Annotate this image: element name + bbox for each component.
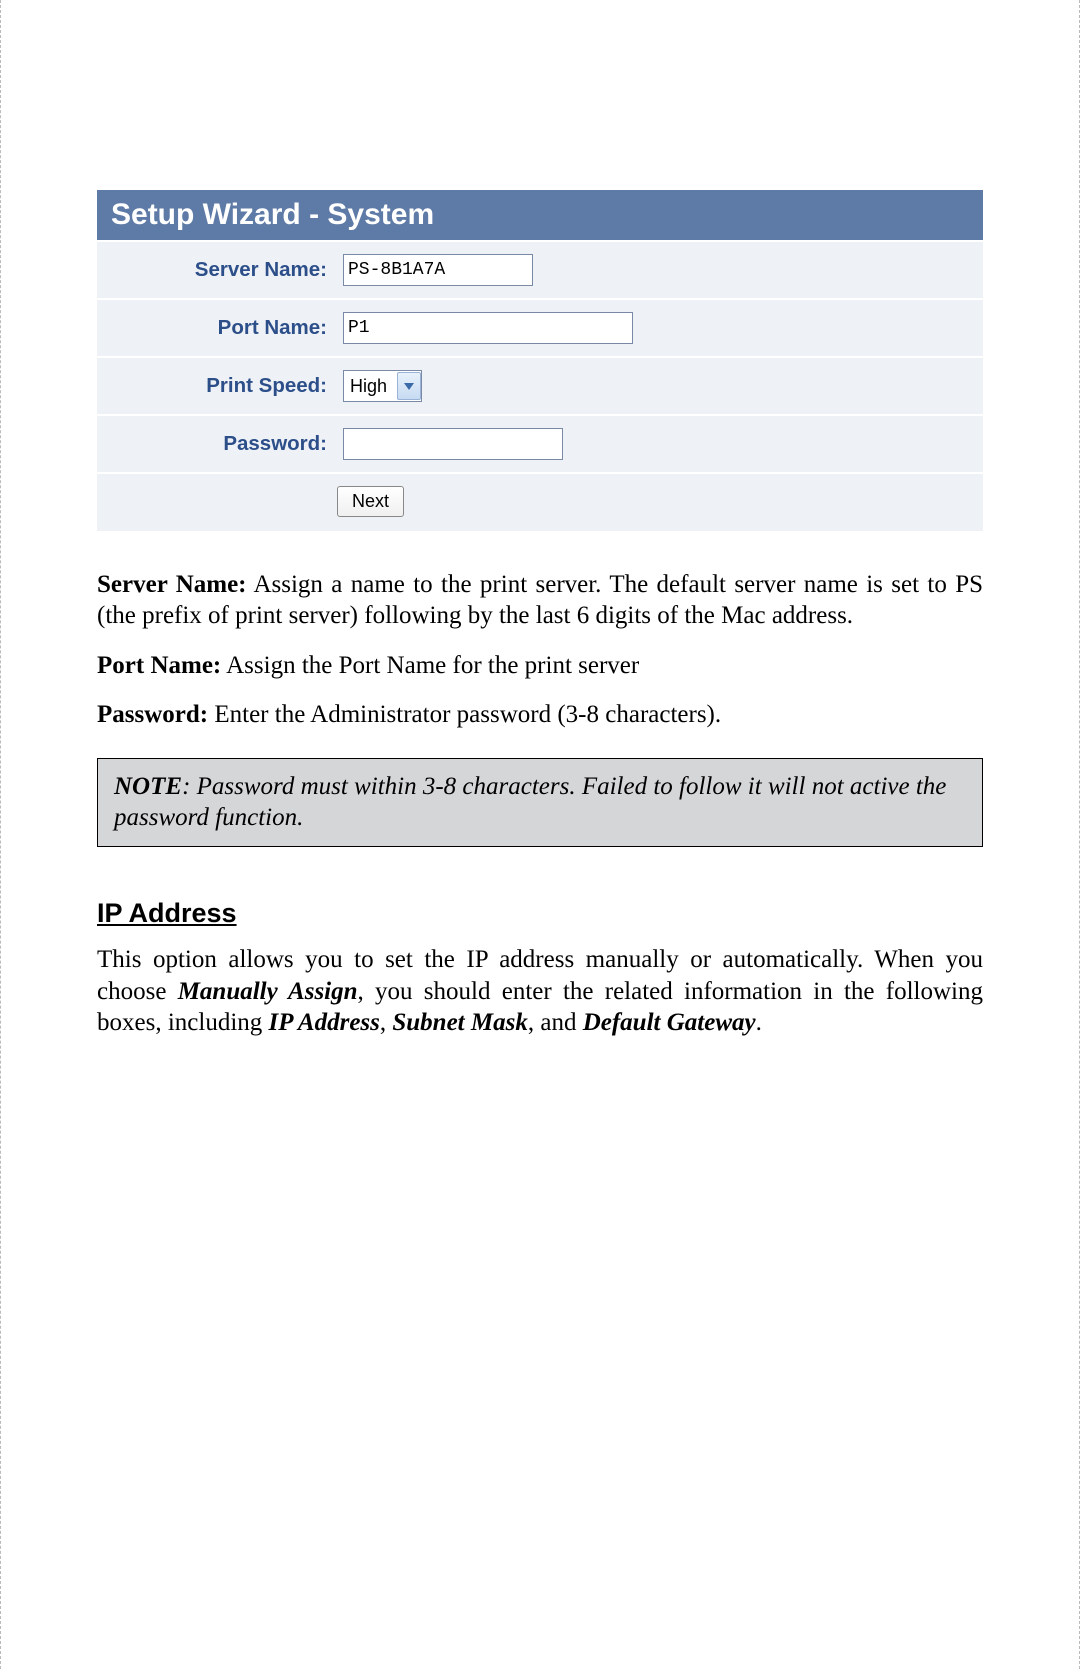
- wizard-title: Setup Wizard - System: [97, 190, 983, 240]
- row-password: Password:: [97, 414, 983, 472]
- label-password: Password:: [97, 432, 335, 456]
- row-port-name: Port Name:: [97, 298, 983, 356]
- desc-password-label: Password:: [97, 701, 208, 728]
- desc-port-name: Port Name: Assign the Port Name for the …: [97, 650, 983, 681]
- password-input[interactable]: [343, 428, 563, 460]
- print-speed-value: High: [350, 376, 387, 397]
- ip-address-paragraph: This option allows you to set the IP add…: [97, 944, 983, 1038]
- label-print-speed: Print Speed:: [97, 374, 335, 398]
- desc-server-name: Server Name: Assign a name to the print …: [97, 569, 983, 632]
- wizard-footer: Next: [97, 472, 983, 531]
- ip-period: .: [756, 1009, 762, 1036]
- label-port-name: Port Name:: [97, 316, 335, 340]
- ip-address-heading: IP Address: [97, 897, 983, 931]
- note-label: NOTE: [114, 773, 182, 800]
- port-name-input[interactable]: [343, 312, 633, 344]
- row-print-speed: Print Speed: High: [97, 356, 983, 414]
- server-name-input[interactable]: [343, 254, 533, 286]
- print-speed-select[interactable]: High: [343, 370, 422, 402]
- label-server-name: Server Name:: [97, 258, 335, 282]
- field-port-name: [335, 302, 983, 354]
- field-server-name: [335, 244, 983, 296]
- field-password: [335, 418, 983, 470]
- ip-comma1: ,: [380, 1009, 393, 1036]
- subnet-mask-term: Subnet Mask: [392, 1009, 527, 1036]
- next-button[interactable]: Next: [337, 486, 404, 517]
- desc-password-text: Enter the Administrator password (3-8 ch…: [208, 701, 721, 728]
- row-server-name: Server Name:: [97, 240, 983, 298]
- desc-password: Password: Enter the Administrator passwo…: [97, 699, 983, 730]
- ip-address-term: IP Address: [269, 1009, 380, 1036]
- chevron-down-icon: [397, 372, 421, 400]
- ip-manually-assign: Manually Assign: [178, 978, 358, 1005]
- description-block: Server Name: Assign a name to the print …: [97, 569, 983, 1038]
- desc-port-name-label: Port Name:: [97, 652, 221, 679]
- desc-port-name-text: Assign the Port Name for the print serve…: [221, 652, 639, 679]
- document-page: Setup Wizard - System Server Name: Port …: [0, 0, 1080, 1669]
- default-gateway-term: Default Gateway: [583, 1009, 756, 1036]
- note-box: NOTE: Password must within 3-8 character…: [97, 758, 983, 847]
- note-text: : Password must within 3-8 characters. F…: [114, 773, 946, 831]
- ip-comma2: , and: [528, 1009, 583, 1036]
- desc-server-name-label: Server Name:: [97, 571, 247, 598]
- setup-wizard-panel: Setup Wizard - System Server Name: Port …: [97, 190, 983, 531]
- field-print-speed: High: [335, 360, 983, 412]
